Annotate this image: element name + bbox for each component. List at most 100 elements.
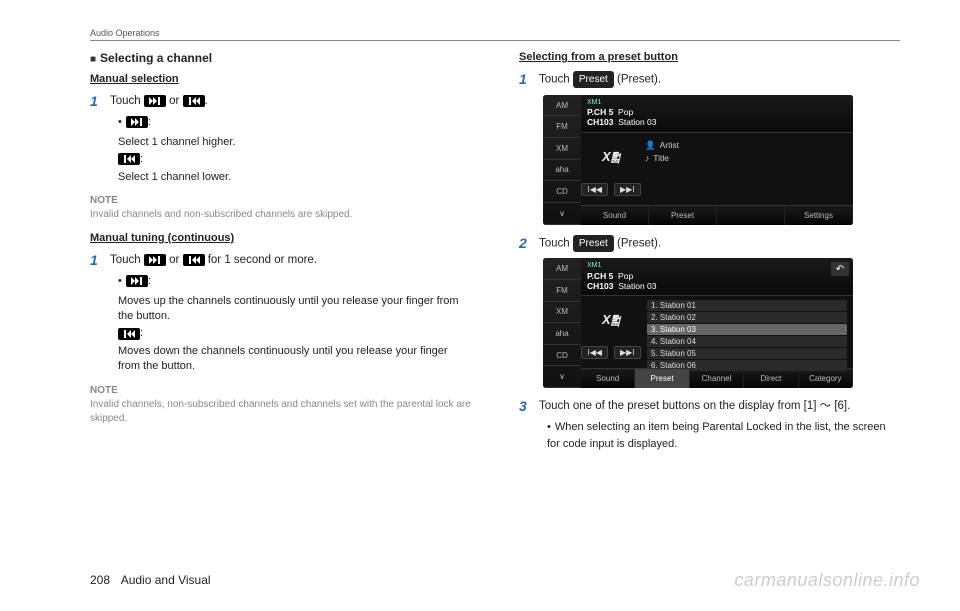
section-title-selecting-channel: ■ Selecting a channel [90, 51, 471, 65]
preset-button[interactable]: Preset [649, 206, 717, 225]
source-tab-aha[interactable]: aha [543, 160, 581, 182]
bullet-item: : [118, 152, 471, 167]
category-label: Pop [618, 107, 633, 117]
desc-move-down: Moves down the channels continuously unt… [118, 344, 471, 375]
source-tab-am[interactable]: AM [543, 258, 581, 280]
step-text-part: Touch [539, 237, 573, 249]
preset-list-item[interactable]: 1. Station 01 [647, 300, 847, 311]
step-text-part: Touch [539, 74, 573, 86]
step-text: Touch one of the preset buttons on the d… [539, 398, 900, 415]
source-tab-am[interactable]: AM [543, 95, 581, 117]
source-tab-xm[interactable]: XM [543, 302, 581, 324]
title-label: Title [653, 152, 669, 166]
step-text: Touch Preset (Preset). [539, 71, 900, 89]
preset-ch-label: P.CH 5 [587, 271, 613, 281]
desc-channel-higher: Select 1 channel higher. [118, 135, 471, 150]
channel-button[interactable]: Channel [690, 369, 744, 388]
station-name: Station 03 [618, 117, 656, 127]
preset-button-label: Preset [573, 71, 614, 88]
bullet-text: When selecting an item being Parental Lo… [547, 421, 886, 450]
sound-button[interactable]: Sound [581, 206, 649, 225]
square-bullet-icon: ■ [90, 54, 96, 65]
step-text: Touch Preset (Preset). [539, 235, 900, 253]
note-label: NOTE [90, 385, 471, 396]
prev-track-icon [118, 153, 140, 165]
seek-next-button[interactable]: ▶▶I [614, 346, 641, 359]
desc-channel-lower: Select 1 channel lower. [118, 170, 471, 185]
band-label: XM1 [587, 262, 656, 270]
xm-logo-icon: X༖ [602, 305, 620, 342]
seek-next-button[interactable]: ▶▶I [614, 183, 641, 196]
preset-button[interactable]: Preset [635, 369, 689, 388]
step-number: 1 [519, 71, 539, 89]
next-track-icon [144, 95, 166, 107]
step-number: 2 [519, 235, 539, 253]
left-column: ■Selecting a channel Manual selection 1 … [90, 51, 471, 456]
chapter-title: Audio and Visual [121, 573, 211, 587]
subheading-manual-tuning: Manual tuning (continuous) [90, 232, 471, 244]
source-tab-cd[interactable]: CD [543, 181, 581, 203]
artist-icon: 👤 [645, 139, 656, 153]
note-text: Invalid channels and non-subscribed chan… [90, 208, 471, 222]
page-footer: 208 Audio and Visual [90, 573, 211, 587]
right-column: Selecting from a preset button 1 Touch P… [519, 51, 900, 456]
preset-list-item[interactable]: 2. Station 02 [647, 312, 847, 323]
artist-label: Artist [660, 139, 679, 153]
source-tab-more[interactable]: ∨ [543, 203, 581, 225]
direct-button[interactable]: Direct [744, 369, 798, 388]
page-number: 208 [90, 573, 110, 587]
subheading-preset: Selecting from a preset button [519, 51, 900, 63]
seek-prev-button[interactable]: I◀◀ [581, 346, 608, 359]
bullet-item: : [118, 326, 471, 341]
back-button[interactable]: ↶ [831, 262, 849, 276]
step-text-part: or [166, 254, 183, 266]
category-button[interactable]: Category [799, 369, 853, 388]
step-text-part: or [166, 95, 183, 107]
step-text-part: for 1 second or more. [205, 254, 318, 266]
preset-button-label: Preset [573, 235, 614, 252]
channel-label: CH103 [587, 117, 613, 127]
source-tab-fm[interactable]: FM [543, 280, 581, 302]
source-tab-xm[interactable]: XM [543, 138, 581, 160]
next-track-icon [126, 275, 148, 287]
preset-ch-label: P.CH 5 [587, 107, 613, 117]
bullet-item: •When selecting an item being Parental L… [547, 419, 900, 452]
bullet-item: •: [118, 273, 471, 290]
xm-logo-icon: X༖ [602, 142, 620, 179]
note-text: Invalid channels, non-subscribed channel… [90, 398, 471, 426]
step-text-part: (Preset). [614, 74, 661, 86]
preset-list-item-selected[interactable]: 3. Station 03 [647, 324, 847, 335]
source-tab-aha[interactable]: aha [543, 323, 581, 345]
preset-list-item[interactable]: 5. Station 05 [647, 348, 847, 359]
station-name: Station 03 [618, 281, 656, 291]
source-tab-fm[interactable]: FM [543, 116, 581, 138]
step-number: 1 [90, 252, 110, 269]
note-label: NOTE [90, 195, 471, 206]
sound-button[interactable]: Sound [581, 369, 635, 388]
preset-list-item[interactable]: 4. Station 04 [647, 336, 847, 347]
seek-prev-button[interactable]: I◀◀ [581, 183, 608, 196]
section-title-text: Selecting a channel [100, 51, 212, 65]
step-number: 1 [90, 93, 110, 110]
step-text-part: . [205, 95, 208, 107]
next-track-icon [126, 116, 148, 128]
settings-button[interactable]: Settings [785, 206, 853, 225]
bullet-item: •: [118, 114, 471, 131]
desc-move-up: Moves up the channels continuously until… [118, 294, 471, 325]
source-tab-cd[interactable]: CD [543, 345, 581, 367]
screenshot-xm-preset-list: AM FM XM aha CD ∨ ↶ XM1 P.CH 5 Pop CH103… [543, 258, 853, 388]
watermark: carmanualsonline.info [734, 570, 920, 591]
band-label: XM1 [587, 99, 656, 107]
prev-track-icon [183, 95, 205, 107]
source-tab-more[interactable]: ∨ [543, 366, 581, 388]
step-text-part: Touch [110, 254, 144, 266]
category-label: Pop [618, 271, 633, 281]
step-text: Touch or . [110, 93, 471, 110]
subheading-manual-selection: Manual selection [90, 73, 471, 85]
step-number: 3 [519, 398, 539, 415]
screenshot-xm-info: AM FM XM aha CD ∨ XM1 P.CH 5 Pop CH103 S… [543, 95, 853, 225]
title-icon: ♪ [645, 152, 649, 166]
prev-track-icon [118, 328, 140, 340]
channel-label: CH103 [587, 281, 613, 291]
step-text-part: Touch [110, 95, 144, 107]
